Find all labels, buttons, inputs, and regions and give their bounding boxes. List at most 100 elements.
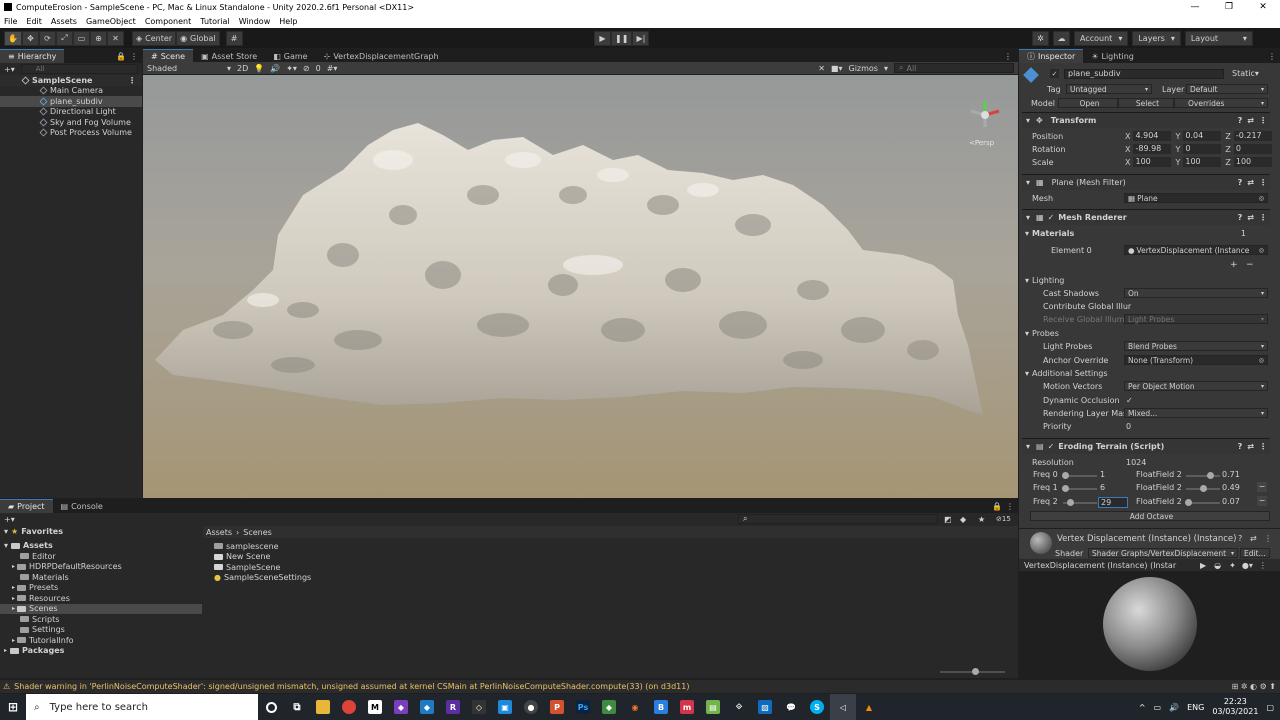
menu-dots-icon[interactable]: ⋮ <box>1264 534 1272 543</box>
folder-item[interactable]: Scripts <box>0 614 202 625</box>
photos-icon[interactable]: ▨ <box>752 694 778 720</box>
tab-hierarchy[interactable]: ≡ Hierarchy <box>0 49 65 63</box>
blender-icon[interactable]: ◉ <box>622 694 648 720</box>
help-icon[interactable]: ? <box>1238 178 1243 187</box>
lock-icon[interactable]: 🔒 <box>992 502 1002 511</box>
folder-item-selected[interactable]: ▸ Scenes <box>0 603 202 614</box>
light-icon[interactable]: 💡 <box>254 64 264 73</box>
preview-header[interactable]: VertexDisplacement (Instance) (Instar ▶ … <box>1019 559 1280 571</box>
menu-window[interactable]: Window <box>239 17 271 26</box>
filter-type-icon[interactable]: ◩ <box>944 515 952 524</box>
space-toggle[interactable]: ◉ Global <box>176 30 220 46</box>
project-search-input[interactable]: ⌕ <box>738 514 938 524</box>
slider-knob[interactable] <box>1061 485 1069 492</box>
preset-icon[interactable]: ⇄ <box>1247 178 1254 187</box>
overrides-dropdown[interactable]: Overrides ▾ <box>1174 98 1268 108</box>
obs-icon[interactable]: ● <box>518 694 544 720</box>
edit-shader-button[interactable]: Edit... <box>1240 548 1270 558</box>
notes-icon[interactable]: ▤ <box>700 694 726 720</box>
icon-size-slider[interactable] <box>940 668 1005 675</box>
file-item[interactable]: samplescene <box>214 541 514 552</box>
cortana-icon[interactable] <box>258 694 284 720</box>
hierarchy-search-input[interactable]: All <box>20 64 138 74</box>
language-indicator[interactable]: ENG <box>1187 703 1204 712</box>
materials-row[interactable]: ▾ Materials 1 <box>1022 227 1270 240</box>
scale-fields[interactable]: X 100 Y 100 Z 100 <box>1125 157 1272 167</box>
account-dropdown[interactable]: Account ▾ <box>1074 30 1129 46</box>
notifications-icon[interactable]: ▢ <box>1266 703 1274 712</box>
tab-project[interactable]: ▰ Project <box>0 499 53 513</box>
meshrenderer-header[interactable]: ▾ ▦ ✓ Mesh Renderer ? ⇄ ⋮ <box>1022 209 1270 225</box>
transform-tool-icon[interactable]: ⊕ <box>89 30 107 46</box>
favorite-star-icon[interactable]: ★ <box>978 515 985 524</box>
menu-dots-icon[interactable]: ⋮ <box>130 52 138 61</box>
file-item[interactable]: New Scene <box>214 552 514 563</box>
step-button[interactable]: ▶| <box>632 30 650 46</box>
tag-dropdown[interactable]: Untagged ▾ <box>1066 84 1152 94</box>
anchor-override-field[interactable]: None (Transform) ◎ <box>1124 355 1268 365</box>
tools-icon[interactable]: ✕ <box>818 64 825 73</box>
grid-toggle-icon[interactable]: #▾ <box>327 64 338 73</box>
tray-chevron-up-icon[interactable]: ^ <box>1139 703 1146 712</box>
unity-hub-icon[interactable]: ◇ <box>466 694 492 720</box>
add-icon[interactable]: +▾ <box>4 515 15 524</box>
chrome-icon[interactable] <box>336 694 362 720</box>
menu-dots-icon[interactable]: ⋮ <box>1268 52 1276 61</box>
status-bar[interactable]: ⚠ Shader warning in 'PerlinNoiseComputeSh… <box>0 680 1280 693</box>
select-button[interactable]: Select <box>1118 98 1174 108</box>
skype-icon[interactable]: S <box>804 694 830 720</box>
rendering-layer-dropdown[interactable]: Mixed... ▾ <box>1124 408 1268 418</box>
tab-inspector[interactable]: ⓘ Inspector <box>1019 49 1084 63</box>
menu-gameobject[interactable]: GameObject <box>86 17 136 26</box>
packages-section[interactable]: ▸ Packages <box>0 646 202 657</box>
help-icon[interactable]: ? <box>1238 213 1243 222</box>
menu-dots-icon[interactable]: ⋮ <box>1259 178 1267 187</box>
menu-dots-icon[interactable]: ⋮ <box>1259 213 1267 222</box>
freq-value-field[interactable]: 1 <box>1098 470 1128 479</box>
menu-file[interactable]: File <box>4 17 17 26</box>
play-icon[interactable]: ▶ <box>1200 561 1206 570</box>
motion-vectors-dropdown[interactable]: Per Object Motion ▾ <box>1124 381 1268 391</box>
scale-tool-icon[interactable]: ⤢ <box>55 30 73 46</box>
freq-slider[interactable] <box>1063 499 1097 506</box>
contribute-gi-row[interactable]: Contribute Global Illur <box>1022 300 1270 313</box>
target-icon[interactable]: ◎ <box>1259 247 1264 254</box>
filter-label-icon[interactable]: ◆ <box>960 515 966 524</box>
file-explorer-icon[interactable] <box>310 694 336 720</box>
probes-section[interactable]: ▾ Probes <box>1022 327 1270 340</box>
network-icon[interactable]: ▭ <box>1154 703 1162 712</box>
menu-dots-icon[interactable]: ⋮ <box>1006 502 1014 511</box>
preview-area[interactable] <box>1019 571 1280 680</box>
layout-dropdown[interactable]: Layout ▾ <box>1184 30 1253 46</box>
open-button[interactable]: Open <box>1058 98 1118 108</box>
folder-item[interactable]: ▸ TutorialInfo <box>0 635 202 646</box>
audio-icon[interactable]: 🔊 <box>270 64 280 73</box>
tab-shader-graph[interactable]: ⊹ VertexDisplacementGraph <box>316 49 447 63</box>
resolution-field[interactable]: 1024 <box>1126 458 1146 467</box>
slider-knob[interactable] <box>1066 499 1074 506</box>
target-icon[interactable]: ◎ <box>1259 195 1264 202</box>
hierarchy-item[interactable]: Post Process Volume <box>0 128 142 139</box>
hierarchy-item[interactable]: Main Camera <box>0 86 142 97</box>
hierarchy-item[interactable]: Sky and Fog Volume <box>0 117 142 128</box>
target-icon[interactable]: ◎ <box>1259 357 1264 364</box>
minimize-icon[interactable]: — <box>1178 2 1212 12</box>
freq-value-field[interactable]: 6 <box>1098 483 1128 492</box>
floatfield-value[interactable]: 0.49 <box>1222 483 1240 492</box>
light-icon[interactable]: ✦ <box>1229 561 1236 570</box>
lock-icon[interactable]: 🔒 <box>116 52 126 61</box>
maximize-icon[interactable]: ❐ <box>1212 2 1246 12</box>
app-icon[interactable]: ▣ <box>492 694 518 720</box>
lighting-section[interactable]: ▾ Lighting <box>1022 274 1270 287</box>
menu-component[interactable]: Component <box>145 17 191 26</box>
add-element-icon[interactable]: + <box>1230 260 1238 270</box>
rotate-tool-icon[interactable]: ⟳ <box>38 30 56 46</box>
breadcrumb-scenes[interactable]: Scenes <box>243 528 272 537</box>
help-icon[interactable]: ? <box>1238 116 1243 125</box>
active-checkbox[interactable]: ✓ <box>1050 69 1059 78</box>
slider-knob[interactable] <box>1199 485 1207 492</box>
cast-shadows-dropdown[interactable]: On ▾ <box>1124 288 1268 298</box>
material-field[interactable]: ● VertexDisplacement (Instance ◎ <box>1124 245 1268 255</box>
floatfield-slider[interactable] <box>1185 499 1220 506</box>
2d-toggle[interactable]: 2D <box>237 64 248 73</box>
